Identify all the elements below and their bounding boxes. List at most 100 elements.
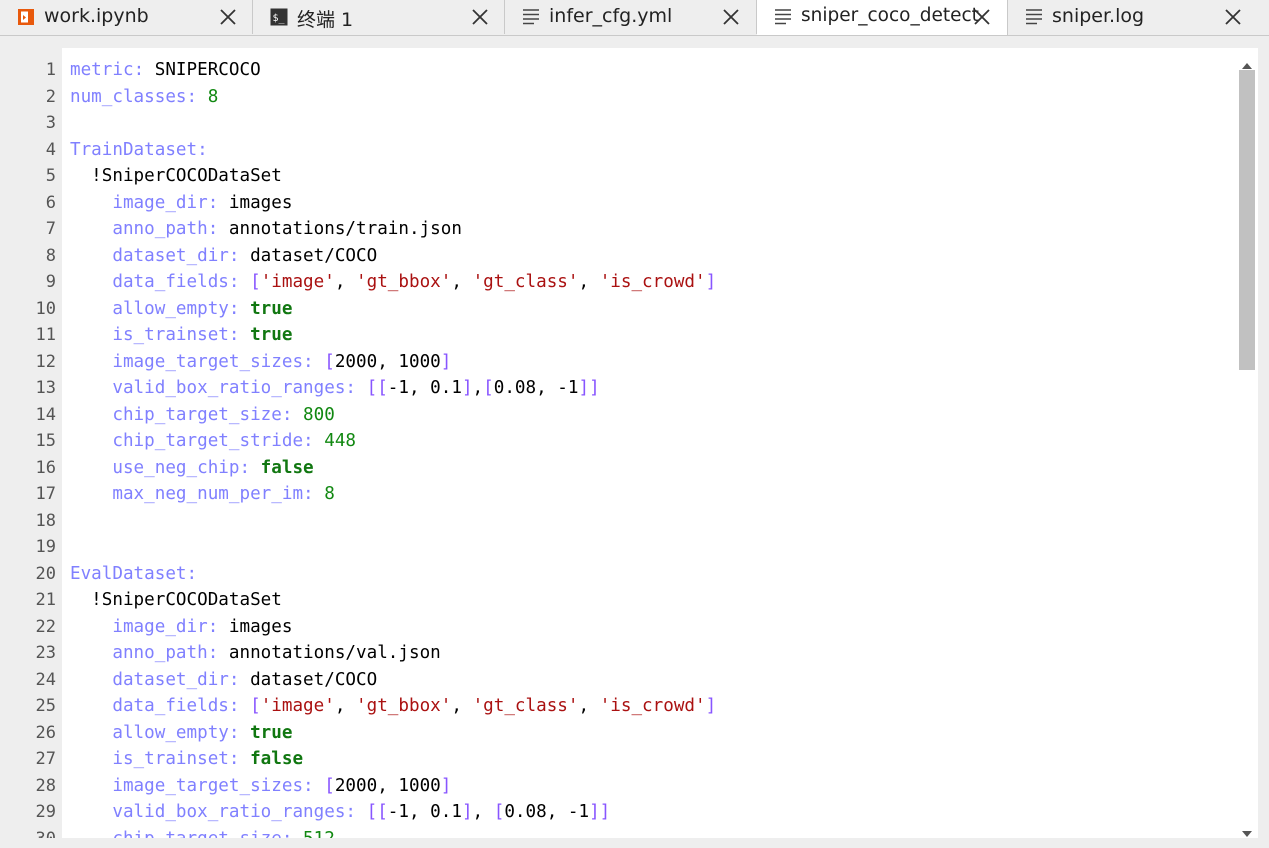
bracket: ]] bbox=[578, 378, 600, 398]
tab-infer-cfg[interactable]: infer_cfg.yml bbox=[505, 0, 757, 34]
close-icon[interactable] bbox=[1224, 8, 1242, 26]
code-line[interactable]: max_neg_num_per_im: 8 bbox=[70, 481, 335, 507]
colon: : bbox=[303, 775, 325, 796]
text: , bbox=[451, 696, 473, 716]
boolean-value: true bbox=[250, 722, 293, 743]
string-value: 'image' bbox=[260, 696, 335, 716]
line-number: 25 bbox=[35, 696, 56, 716]
line-number: 16 bbox=[35, 457, 56, 478]
line-number-gutter: 1 2 3 4 5 6 7 8 9 10 11 12 13 14 15 16 17 18 19 20 21 22 23 24 2… bbox=[4, 48, 62, 838]
colon: : bbox=[228, 749, 251, 769]
colon: : bbox=[228, 245, 251, 266]
code-line[interactable]: num_classes: 8 bbox=[70, 84, 218, 110]
notebook-icon bbox=[17, 8, 35, 26]
tab-work-ipynb[interactable]: work.ipynb bbox=[0, 0, 253, 34]
code-line[interactable]: valid_box_ratio_ranges: [[-1, 0.1], [0.0… bbox=[70, 799, 610, 825]
tab-terminal[interactable]: $_ 终端 1 bbox=[253, 0, 505, 34]
code-line[interactable]: valid_box_ratio_ranges: [[-1, 0.1],[0.08… bbox=[70, 375, 600, 401]
code-line[interactable]: image_target_sizes: [2000, 1000] bbox=[70, 773, 451, 799]
code-line[interactable]: use_neg_chip: false bbox=[70, 455, 313, 481]
line-number: 15 bbox=[35, 431, 56, 451]
line-number: 7 bbox=[45, 219, 56, 239]
yaml-key: chip_target_size bbox=[112, 404, 282, 425]
text: -1, 0.1 bbox=[387, 802, 462, 822]
colon: : bbox=[228, 272, 251, 292]
code-line[interactable]: dataset_dir: dataset/COCO bbox=[70, 243, 377, 269]
line-number: 1 bbox=[45, 60, 56, 80]
tab-sniper-log[interactable]: sniper.log bbox=[1008, 0, 1269, 34]
yaml-key: data_fields bbox=[112, 696, 229, 716]
bracket: [ bbox=[250, 696, 261, 716]
line-number: 19 bbox=[35, 537, 56, 557]
yaml-key: image_dir bbox=[112, 616, 208, 637]
yaml-key: data_fields bbox=[112, 272, 229, 292]
code-line[interactable]: data_fields: ['image', 'gt_bbox', 'gt_cl… bbox=[70, 269, 716, 295]
code-line[interactable]: chip_target_size: 800 bbox=[70, 402, 335, 428]
line-number: 21 bbox=[35, 590, 56, 610]
code-line[interactable]: chip_target_stride: 448 bbox=[70, 428, 356, 454]
colon: : bbox=[228, 669, 251, 690]
code-line[interactable]: allow_empty: true bbox=[70, 296, 292, 322]
code-line[interactable]: anno_path: annotations/train.json bbox=[70, 216, 462, 242]
colon: : bbox=[303, 431, 325, 451]
scrollbar-thumb[interactable] bbox=[1239, 70, 1255, 370]
yaml-key: valid_box_ratio_ranges bbox=[112, 802, 346, 822]
yaml-key: anno_path bbox=[112, 643, 208, 663]
string-value: 'image' bbox=[260, 272, 335, 292]
code-line[interactable]: is_trainset: false bbox=[70, 746, 303, 772]
text: , bbox=[472, 378, 484, 398]
code-line[interactable]: image_dir: images bbox=[70, 614, 292, 640]
text: !SniperCOCODataSet bbox=[70, 590, 282, 610]
close-icon[interactable] bbox=[471, 8, 489, 26]
code-line[interactable]: allow_empty: true bbox=[70, 720, 292, 746]
vertical-scrollbar[interactable] bbox=[1238, 52, 1256, 838]
yaml-key: : bbox=[186, 563, 198, 584]
yaml-key: : bbox=[197, 139, 208, 160]
code-line[interactable]: image_dir: images bbox=[70, 190, 292, 216]
tab-sniper-coco-detect[interactable]: sniper_coco_detect bbox=[757, 0, 1008, 36]
scroll-up-arrow-icon[interactable] bbox=[1241, 56, 1253, 69]
bracket: ] bbox=[461, 378, 473, 398]
line-number: 11 bbox=[35, 325, 56, 345]
code-line[interactable]: chip_target_size: 512 bbox=[70, 826, 335, 839]
text bbox=[70, 749, 112, 769]
code-line[interactable]: image_target_sizes: [2000, 1000] bbox=[70, 349, 451, 375]
number-value: 800 bbox=[303, 404, 335, 425]
yaml-key: valid_box_ratio_ranges bbox=[112, 378, 346, 398]
number-value: 512 bbox=[303, 829, 335, 839]
code-area[interactable]: metric: SNIPERCOCO num_classes: 8 TrainDat… bbox=[70, 48, 1236, 838]
code-line[interactable]: TrainDataset: bbox=[70, 137, 208, 163]
colon: : bbox=[282, 829, 303, 839]
yaml-key: is_trainset bbox=[112, 749, 229, 769]
scroll-down-arrow-icon[interactable] bbox=[1241, 824, 1253, 837]
line-number: 20 bbox=[35, 563, 56, 584]
code-line[interactable]: is_trainset: true bbox=[70, 322, 292, 348]
text: !SniperCOCODataSet bbox=[70, 166, 282, 186]
text bbox=[70, 272, 112, 292]
line-number: 23 bbox=[35, 643, 56, 663]
close-icon[interactable] bbox=[219, 8, 237, 26]
code-editor[interactable]: 1 2 3 4 5 6 7 8 9 10 11 12 13 14 15 16 17 18 19 20 21 22 23 24 2… bbox=[4, 48, 1258, 838]
code-line[interactable]: anno_path: annotations/val.json bbox=[70, 640, 440, 666]
bracket: ] bbox=[461, 802, 473, 822]
colon: : bbox=[345, 802, 367, 822]
line-number: 12 bbox=[35, 351, 56, 372]
text: SNIPERCOCO bbox=[154, 60, 261, 80]
text: 0.08, -1 bbox=[504, 802, 590, 822]
text bbox=[70, 431, 112, 451]
code-line[interactable]: !SniperCOCODataSet bbox=[70, 587, 282, 613]
line-number: 24 bbox=[35, 669, 56, 690]
code-line[interactable]: metric: SNIPERCOCO bbox=[70, 57, 261, 83]
text bbox=[70, 776, 112, 796]
code-line[interactable]: !SniperCOCODataSet bbox=[70, 163, 282, 189]
bracket: [ bbox=[250, 272, 261, 292]
code-line[interactable]: dataset_dir: dataset/COCO bbox=[70, 667, 377, 693]
line-number: 18 bbox=[35, 510, 56, 531]
number-value: 8 bbox=[324, 484, 335, 504]
code-line[interactable]: EvalDataset: bbox=[70, 561, 197, 587]
code-line[interactable]: data_fields: ['image', 'gt_bbox', 'gt_cl… bbox=[70, 693, 716, 719]
close-icon[interactable] bbox=[722, 8, 740, 26]
text bbox=[70, 643, 112, 663]
boolean-value: true bbox=[250, 298, 293, 319]
close-icon[interactable] bbox=[973, 8, 991, 26]
